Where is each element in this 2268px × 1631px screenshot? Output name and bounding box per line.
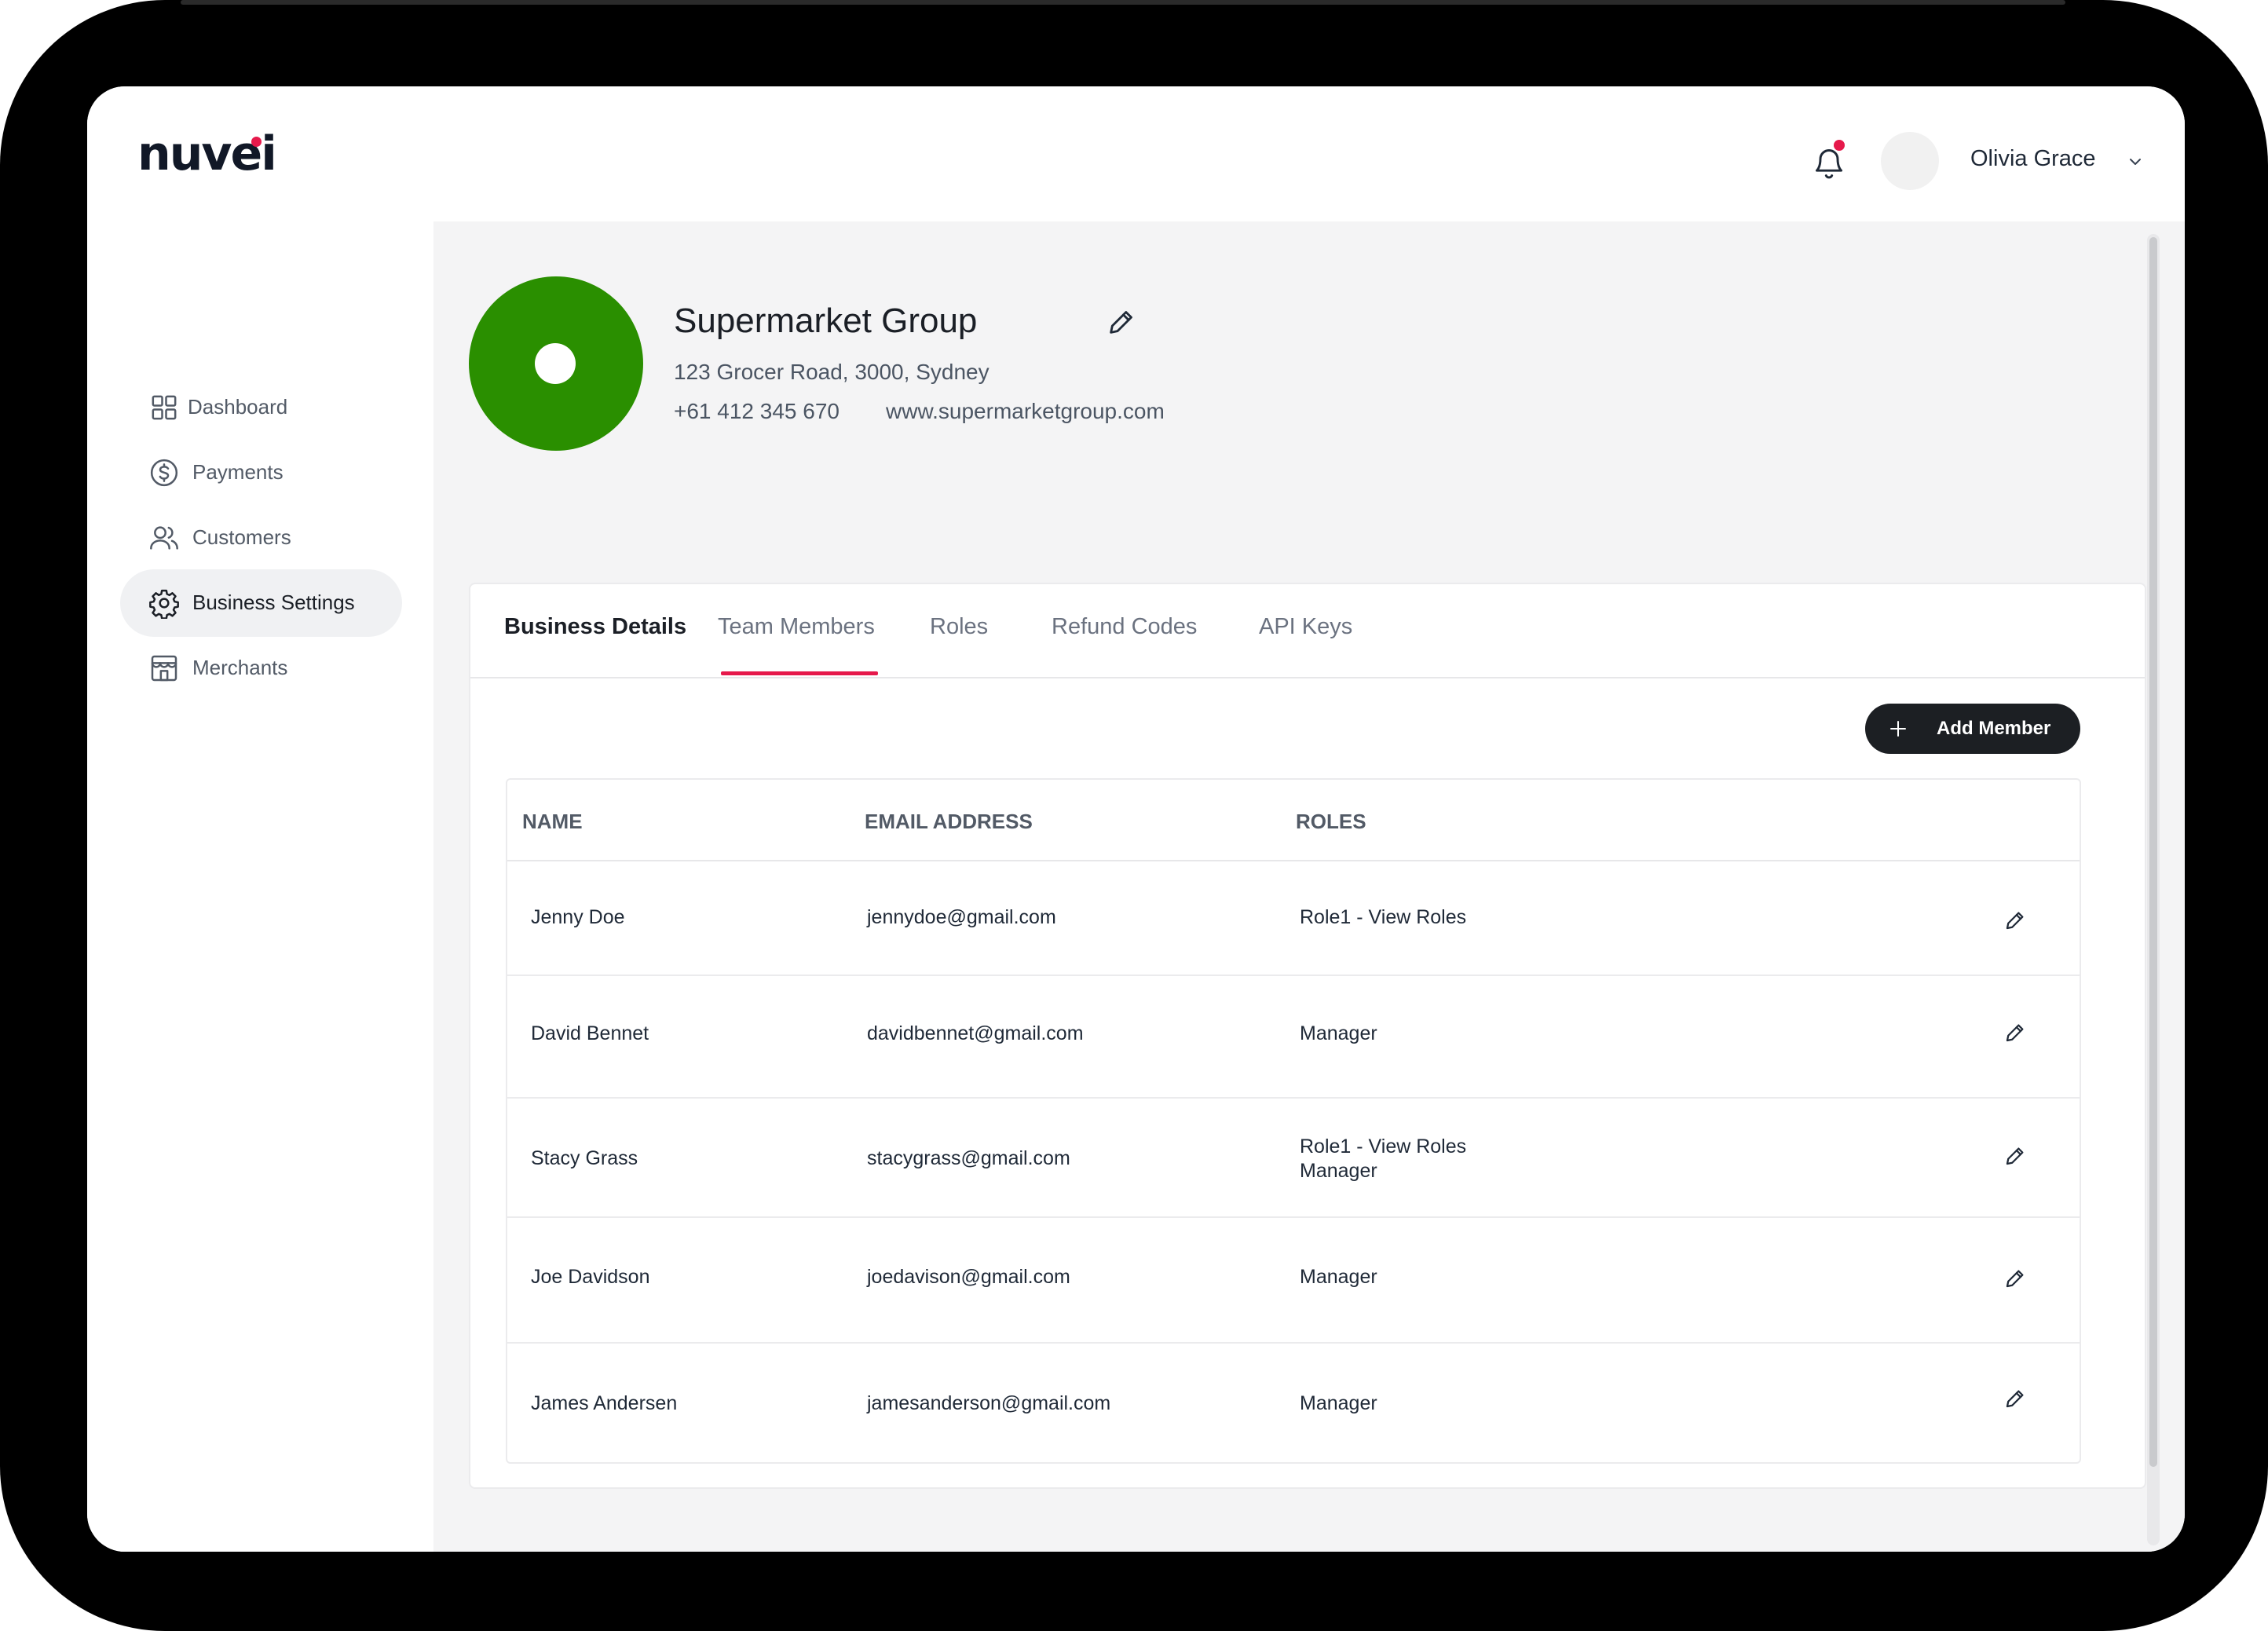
member-role: Role1 - View Roles [1300,1135,1467,1157]
logo-accent-dot [251,137,262,147]
sidebar-item-label: Payments [192,460,284,484]
member-email: jamesanderson@gmail.com [867,1392,1111,1414]
business-website[interactable]: www.supermarketgroup.com [886,399,1165,424]
sidebar-item-label: Dashboard [188,395,288,419]
sidebar-item-label: Business Settings [192,591,355,614]
table-row[interactable]: Jenny Doe jennydoe@gmail.com Role1 - Vie… [507,861,2080,976]
main-content: Supermarket Group 123 Grocer Road, 3000,… [433,221,2185,1552]
sidebar-item-dashboard[interactable]: Dashboard [120,374,402,441]
pencil-icon[interactable] [2003,1267,2027,1290]
table-row[interactable]: Stacy Grass stacygrass@gmail.com Role1 -… [507,1099,2080,1218]
column-header-roles: ROLES [1296,810,1366,833]
member-role: Role1 - View Roles [1300,906,1467,928]
gear-icon [149,589,179,619]
sidebar-item-label: Customers [192,525,291,549]
sidebar: Dashboard Payments Customers Business Se… [87,221,433,1552]
tab-business-details[interactable]: Business Details [504,614,686,640]
chevron-down-icon[interactable] [2126,154,2145,170]
member-role: Manager [1300,1022,1377,1044]
user-name[interactable]: Olivia Grace [1970,146,2096,172]
settings-tabs: Business Details Team Members Roles Refu… [470,584,2145,678]
member-email: davidbennet@gmail.com [867,1022,1084,1044]
pencil-icon[interactable] [2003,1144,2027,1168]
member-email: stacygrass@gmail.com [867,1147,1070,1169]
active-tab-indicator [721,671,878,675]
add-member-label: Add Member [1937,718,2051,739]
member-name: James Andersen [531,1392,678,1414]
member-name: Jenny Doe [531,906,625,928]
pencil-icon[interactable] [2003,1021,2027,1044]
store-icon [151,655,177,682]
pencil-icon[interactable] [1106,306,1137,338]
add-member-button[interactable]: Add Member [1865,704,2080,754]
team-members-table: NAME EMAIL ADDRESS ROLES Jenny Doe jenny… [506,778,2081,1464]
tab-team-members[interactable]: Team Members [718,614,875,640]
tab-api-keys[interactable]: API Keys [1259,614,1352,640]
member-role: Manager [1300,1392,1377,1414]
settings-card: Business Details Team Members Roles Refu… [469,583,2146,1489]
business-name: Supermarket Group [674,302,978,340]
business-address: 123 Grocer Road, 3000, Sydney [674,360,990,384]
scrollbar-thumb[interactable] [2149,237,2157,1467]
users-icon [150,526,178,550]
business-phone: +61 412 345 670 [674,399,840,423]
business-logo-dot [535,343,576,384]
tab-refund-codes[interactable]: Refund Codes [1052,614,1197,640]
table-row[interactable]: James Andersen jamesanderson@gmail.com M… [507,1344,2080,1464]
sidebar-item-merchants[interactable]: Merchants [120,634,402,702]
notification-dot [1834,140,1845,151]
top-header: nuvei Olivia Grace [87,86,2185,223]
plus-icon [1890,721,1906,737]
tab-roles[interactable]: Roles [930,614,988,640]
table-row[interactable]: Joe Davidson joedavison@gmail.com Manage… [507,1218,2080,1344]
member-email: joedavison@gmail.com [867,1266,1070,1288]
app-screen: nuvei Olivia Grace Dashboard Payments Cu… [87,86,2185,1552]
column-header-name: NAME [522,810,583,833]
pencil-icon[interactable] [2003,909,2027,932]
sidebar-item-payments[interactable]: Payments [120,439,402,506]
member-name: Stacy Grass [531,1147,638,1169]
sidebar-item-customers[interactable]: Customers [120,504,402,572]
grid-icon [152,395,177,420]
table-row[interactable]: David Bennet davidbennet@gmail.com Manag… [507,976,2080,1099]
tablet-frame: nuvei Olivia Grace Dashboard Payments Cu… [0,0,2268,1631]
column-header-email: EMAIL ADDRESS [865,810,1033,833]
sidebar-item-label: Merchants [192,656,288,679]
sidebar-item-business-settings[interactable]: Business Settings [120,569,402,637]
tablet-bezel-highlight [181,0,2065,5]
dollar-circle-icon [150,459,178,487]
pencil-icon[interactable] [2003,1387,2027,1410]
member-name: David Bennet [531,1022,649,1044]
avatar[interactable] [1881,132,1939,190]
member-role: Manager [1300,1160,1377,1182]
member-email: jennydoe@gmail.com [867,906,1056,928]
member-role: Manager [1300,1266,1377,1288]
member-name: Joe Davidson [531,1266,650,1288]
